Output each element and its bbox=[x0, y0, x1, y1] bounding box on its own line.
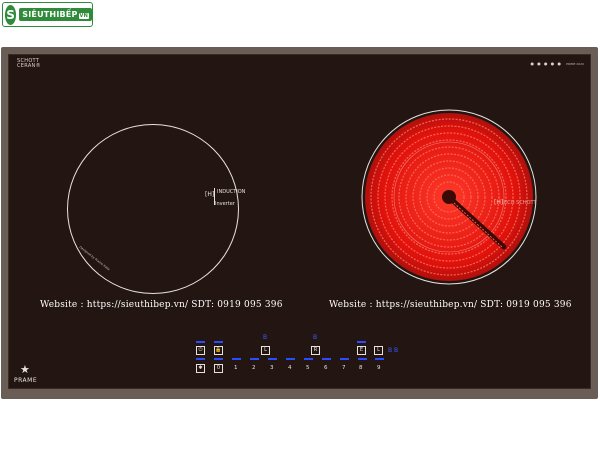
timer-icon[interactable]: ✱ bbox=[196, 364, 205, 373]
glass-brand-sub: CERAN® bbox=[17, 63, 41, 69]
slider-bar-3 bbox=[268, 358, 277, 360]
radiant-zone-type: ECO SCHOTT bbox=[504, 200, 537, 206]
power-level-3-button[interactable]: 3 bbox=[270, 365, 274, 371]
prame-star-icon: ★ bbox=[20, 363, 30, 376]
top-right-dots: ● ● ● ● ● bbox=[530, 61, 562, 66]
glass-brand: SCHOTT CERAN® bbox=[17, 59, 41, 69]
left-zone-boost-indicator: B bbox=[263, 334, 268, 341]
induction-zone-sub: Inverter bbox=[215, 201, 235, 207]
timer-indicator: B B bbox=[388, 347, 399, 354]
induction-zone-type: INDUCTION bbox=[217, 189, 246, 195]
power-level-5-button[interactable]: 5 bbox=[306, 365, 310, 371]
power-level-2-button[interactable]: 2 bbox=[252, 365, 256, 371]
logo-suffix: VN bbox=[78, 13, 89, 19]
top-right-model: PRIME 2020 bbox=[566, 62, 584, 66]
radiant-zone-symbol: [H] bbox=[494, 199, 504, 206]
power-level-4-button[interactable]: 4 bbox=[288, 365, 292, 371]
slider-bar-1 bbox=[232, 358, 241, 360]
slider-bar-9 bbox=[375, 358, 384, 360]
slider-bar-2 bbox=[250, 358, 259, 360]
slider-bar-timer bbox=[196, 358, 205, 360]
caption-left: Website : https://sieuthibep.vn/ SDT: 09… bbox=[40, 300, 283, 310]
cooktop-frame: SCHOTT CERAN® ● ● ● ● ● PRIME 2020 [H] I… bbox=[1, 47, 598, 399]
timer-button[interactable]: L bbox=[374, 346, 383, 355]
left-zone-select-button[interactable]: L bbox=[261, 346, 270, 355]
prame-brand-name: PRAME bbox=[14, 377, 38, 384]
cooktop-glass: SCHOTT CERAN® ● ● ● ● ● PRIME 2020 [H] I… bbox=[8, 54, 591, 389]
slider-bar-7 bbox=[340, 358, 349, 360]
right-zone-select-button[interactable]: R bbox=[311, 346, 320, 355]
power-level-9-button[interactable]: 9 bbox=[377, 365, 381, 371]
slider-bar-5 bbox=[304, 358, 313, 360]
eco-led bbox=[357, 341, 366, 343]
power-level-8-button[interactable]: 8 bbox=[359, 365, 363, 371]
power-level-6-button[interactable]: 6 bbox=[324, 365, 328, 371]
slider-bar-8 bbox=[358, 358, 367, 360]
eco-button[interactable]: E bbox=[357, 346, 366, 355]
power-level-7-button[interactable]: 7 bbox=[342, 365, 346, 371]
power-led bbox=[196, 341, 205, 343]
lock-led bbox=[214, 341, 223, 343]
logo-text: SIÊUTHIBẾP VN bbox=[19, 8, 92, 21]
right-zone-boost-indicator: B bbox=[313, 334, 318, 341]
lock-button-icon[interactable]: 🔒 bbox=[214, 346, 223, 355]
slider-bar-4 bbox=[286, 358, 295, 360]
caption-right: Website : https://sieuthibep.vn/ SDT: 09… bbox=[329, 300, 572, 310]
induction-zone-symbol: [H] bbox=[205, 191, 215, 198]
radiant-zone bbox=[361, 109, 537, 285]
power-level-1-button[interactable]: 1 bbox=[234, 365, 238, 371]
site-logo: S SIÊUTHIBẾP VN bbox=[2, 2, 93, 27]
slider-bar-6 bbox=[322, 358, 331, 360]
induction-zone-ring bbox=[67, 124, 239, 294]
power-button-icon[interactable]: ⏻ bbox=[196, 346, 205, 355]
logo-mark-icon: S bbox=[5, 4, 17, 25]
slider-bar-zero bbox=[214, 358, 223, 360]
power-level-0-button[interactable]: 0 bbox=[214, 364, 223, 373]
